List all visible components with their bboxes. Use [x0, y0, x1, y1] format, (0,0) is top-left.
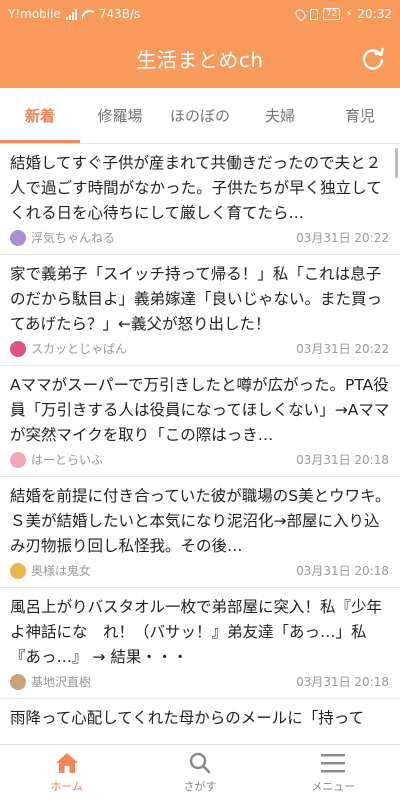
source-avatar [10, 229, 26, 246]
clock: 20:32 [357, 7, 392, 21]
source-avatar [10, 673, 26, 690]
article-item[interactable]: 雨降って心配してくれた母からのメールに「持って [0, 699, 400, 744]
network-speed: 743B/s [98, 7, 141, 21]
search-icon [189, 752, 211, 774]
article-list: 結婚してすぐ子供が産まれて共働きだったので夫と２人で過ごす時間がなかった。子供た… [0, 144, 400, 744]
scrollbar[interactable] [395, 148, 398, 178]
signal-icon [65, 8, 77, 20]
tab-honobono[interactable]: ほのぼの [160, 88, 240, 143]
tab-fuufu[interactable]: 夫婦 [240, 88, 320, 143]
article-item[interactable]: 風呂上がりバスタオル一枚で弟部屋に突入！私『少年よ神話にな れ！（バサッ！』弟友… [0, 588, 400, 699]
nav-search-label: さがす [183, 780, 217, 793]
article-title: 結婚してすぐ子供が産まれて共働きだったので夫と２人で過ごす時間がなかった。子供た… [10, 154, 382, 222]
source-avatar [10, 562, 26, 579]
nav-home[interactable]: ホーム [0, 745, 133, 800]
article-source: はーとらいふ [31, 453, 104, 467]
category-tabs: 新着 修羅場 ほのぼの 夫婦 育児 [0, 88, 400, 144]
article-title: Aママがスーパーで万引きしたと噂が広がった。PTA役員「万引きする人は役員になっ… [10, 376, 390, 444]
article-source: 浮気ちゃんねる [31, 231, 116, 245]
article-source: 奥様は鬼女 [31, 564, 92, 578]
location-icon [293, 6, 308, 22]
article-meta: 基地沢直樹 03月31日 20:18 [10, 673, 391, 690]
source-avatar [10, 340, 26, 357]
article-item[interactable]: 家で義弟子「スイッチ持って帰る！」私「これは息子のだから駄目よ」義弟嫁達「良いじ… [0, 255, 400, 366]
app-title: 生活まとめch [136, 47, 264, 72]
app-bar: 生活まとめch [0, 28, 400, 88]
article-meta: はーとらいふ 03月31日 20:18 [10, 451, 391, 468]
battery-level: 72 [325, 9, 338, 19]
source-avatar [10, 451, 26, 468]
article-time: 03月31日 20:18 [296, 453, 389, 467]
wifi-icon [82, 9, 94, 19]
article-source: 基地沢直樹 [31, 675, 92, 689]
tab-shuraba[interactable]: 修羅場 [80, 88, 160, 143]
bottom-navigation: ホーム さがす メニュー [0, 744, 400, 800]
carrier-label: Y!mobile [8, 7, 61, 21]
article-time: 03月31日 20:18 [296, 675, 389, 689]
article-title: 家で義弟子「スイッチ持って帰る！」私「これは息子のだから駄目よ」義弟嫁達「良いじ… [10, 265, 383, 333]
battery-icon: 72 [322, 8, 341, 20]
article-meta: スカッとじゃぱん 03月31日 20:22 [10, 340, 391, 357]
home-icon [55, 753, 78, 773]
article-item[interactable]: 結婚してすぐ子供が産まれて共働きだったので夫と２人で過ごす時間がなかった。子供た… [0, 144, 400, 255]
article-meta: 浮気ちゃんねる 03月31日 20:22 [10, 229, 391, 246]
tab-ikuji[interactable]: 育児 [320, 88, 400, 143]
nav-home-label: ホーム [50, 780, 83, 793]
vibrate-icon [309, 8, 318, 20]
nav-menu[interactable]: メニュー [267, 745, 400, 800]
article-source: スカッとじゃぱん [31, 342, 128, 356]
menu-icon [321, 754, 346, 773]
article-item[interactable]: Aママがスーパーで万引きしたと噂が広がった。PTA役員「万引きする人は役員になっ… [0, 366, 400, 477]
charging-icon: ⚡ [345, 8, 353, 20]
article-title: 雨降って心配してくれた母からのメールに「持って [10, 709, 365, 727]
article-time: 03月31日 20:22 [296, 342, 389, 356]
nav-menu-label: メニュー [311, 780, 356, 793]
article-time: 03月31日 20:18 [296, 564, 389, 578]
article-title: 風呂上がりバスタオル一枚で弟部屋に突入！私『少年よ神話にな れ！（バサッ！』弟友… [10, 598, 383, 666]
nav-search[interactable]: さがす [133, 745, 266, 800]
status-bar: Y!mobile 743B/s 72 ⚡ 20:32 [0, 0, 400, 28]
article-title: 結婚を前提に付き合っていた彼が職場のS美とウワキ。Ｓ美が結婚したいと本気になり泥… [10, 487, 391, 555]
article-time: 03月31日 20:22 [296, 231, 389, 245]
refresh-icon[interactable] [360, 45, 386, 71]
article-meta: 奥様は鬼女 03月31日 20:18 [10, 562, 391, 579]
tab-new[interactable]: 新着 [0, 88, 80, 143]
article-item[interactable]: 結婚を前提に付き合っていた彼が職場のS美とウワキ。Ｓ美が結婚したいと本気になり泥… [0, 477, 400, 588]
